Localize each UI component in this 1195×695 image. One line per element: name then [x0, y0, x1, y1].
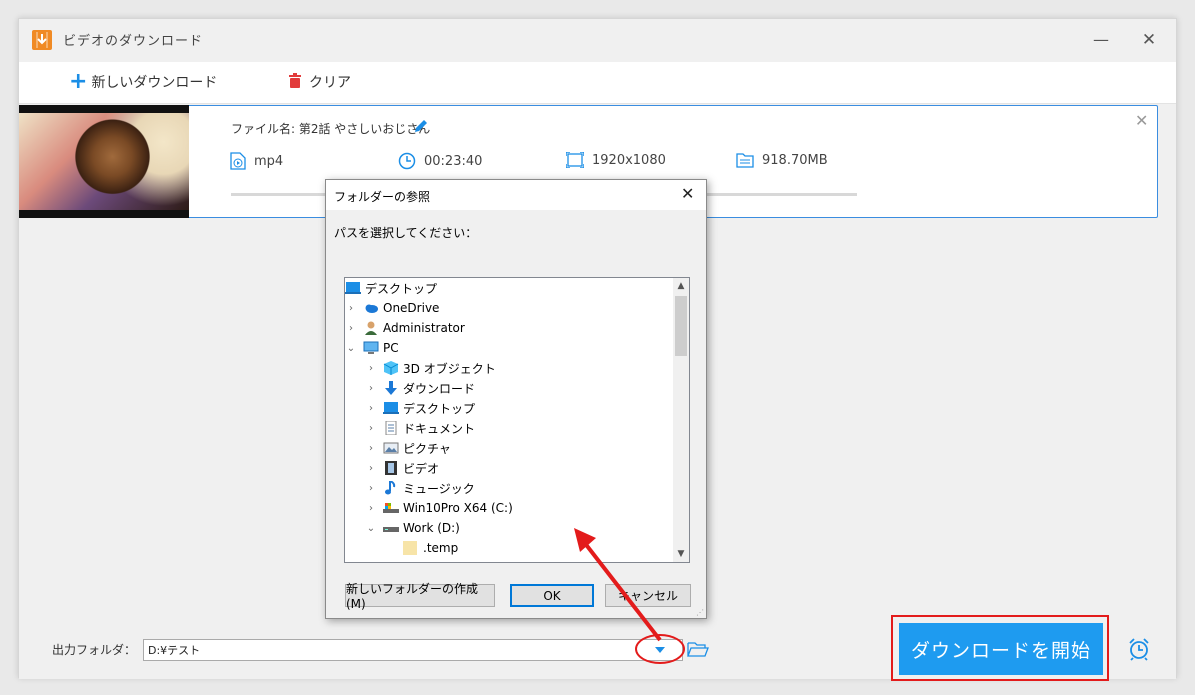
- cloud-icon: [363, 301, 379, 315]
- tree-item-documents[interactable]: › ドキュメント: [365, 418, 689, 438]
- tree-item-3d-objects[interactable]: › 3D オブジェクト: [365, 358, 689, 378]
- pc-icon: [363, 341, 379, 355]
- window-title: ビデオのダウンロード: [63, 34, 204, 49]
- tree-item-pc[interactable]: ⌄ PC: [345, 338, 673, 358]
- toolbar: + 新しいダウンロード クリア: [19, 62, 1176, 104]
- close-window-button[interactable]: ✕: [1136, 27, 1162, 53]
- title-bar: ビデオのダウンロード — ✕: [19, 19, 1176, 61]
- size-info: 918.70MB: [736, 152, 828, 168]
- pencil-edit-icon[interactable]: [413, 118, 429, 137]
- resolution-info: 1920x1080: [566, 152, 666, 168]
- desktop-icon: [345, 281, 361, 295]
- chevron-right-icon[interactable]: ›: [365, 443, 377, 454]
- music-note-icon: [383, 480, 399, 495]
- picture-icon: [383, 441, 399, 455]
- chevron-right-icon[interactable]: ›: [365, 403, 377, 414]
- tree-item-label: OneDrive: [383, 301, 440, 315]
- tree-item-label: Administrator: [383, 321, 465, 335]
- chevron-right-icon[interactable]: ›: [345, 303, 357, 314]
- new-folder-button[interactable]: 新しいフォルダーの作成(M): [345, 582, 495, 611]
- format-info: mp4: [230, 152, 283, 170]
- chevron-right-icon[interactable]: ›: [365, 483, 377, 494]
- start-download-button[interactable]: ダウンロードを開始: [899, 623, 1103, 675]
- tree-item-administrator[interactable]: › Administrator: [345, 318, 673, 338]
- tree-item-label: ダウンロード: [403, 381, 476, 396]
- download-arrow-icon: [383, 381, 399, 395]
- dialog-close-icon[interactable]: ✕: [681, 184, 694, 203]
- alarm-clock-icon[interactable]: [1127, 637, 1151, 664]
- tree-item-desktop-root[interactable]: デスクトップ: [345, 278, 673, 298]
- system-drive-icon: [383, 501, 399, 515]
- tree-item-label: デスクトップ: [365, 281, 438, 296]
- tree-item-label: 3D オブジェクト: [403, 361, 496, 376]
- chevron-right-icon[interactable]: ›: [345, 323, 357, 334]
- chevron-right-icon[interactable]: ›: [365, 503, 377, 514]
- tree-item-label: .temp: [423, 541, 459, 555]
- scrollbar-thumb[interactable]: [675, 296, 687, 356]
- red-annotation-arrow: [574, 528, 662, 642]
- tree-item-label: ビデオ: [403, 461, 440, 476]
- tree-item-onedrive[interactable]: › OneDrive: [345, 298, 673, 318]
- trash-icon: [289, 72, 301, 92]
- file-size-icon: [736, 153, 754, 168]
- resize-grip-icon[interactable]: ⋰: [696, 608, 704, 617]
- clear-button[interactable]: クリア: [289, 71, 351, 93]
- chevron-right-icon[interactable]: ›: [365, 383, 377, 394]
- dialog-prompt: パスを選択してください：: [334, 226, 478, 240]
- chevron-right-icon[interactable]: ›: [365, 463, 377, 474]
- tree-item-label: ドキュメント: [403, 421, 476, 436]
- tree-item-downloads[interactable]: › ダウンロード: [365, 378, 689, 398]
- remove-item-icon[interactable]: ✕: [1135, 111, 1148, 130]
- document-icon: [383, 420, 399, 436]
- cube-icon: [383, 361, 399, 375]
- clear-label: クリア: [309, 75, 351, 91]
- user-icon: [363, 321, 379, 335]
- output-folder-label: 出力フォルダ：: [52, 643, 137, 657]
- folder-icon: [403, 541, 419, 555]
- tree-item-label: PC: [383, 341, 399, 355]
- tree-item-videos[interactable]: › ビデオ: [365, 458, 689, 478]
- new-download-label: 新しいダウンロード: [91, 75, 218, 91]
- tree-item-desktop[interactable]: › デスクトップ: [365, 398, 689, 418]
- tree-item-drive-c[interactable]: › Win10Pro X64 (C:): [365, 498, 689, 518]
- chevron-right-icon[interactable]: ›: [365, 363, 377, 374]
- plus-icon: +: [69, 69, 88, 94]
- tree-item-label: Work (D:): [403, 521, 460, 535]
- resolution-value: 1920x1080: [592, 152, 666, 168]
- desktop-icon: [383, 401, 399, 415]
- scroll-up-icon[interactable]: ▲: [673, 278, 689, 294]
- open-folder-icon[interactable]: [687, 641, 709, 660]
- file-name: ファイル名: 第2話 やさしいおじさん: [231, 122, 431, 136]
- resolution-icon: [566, 152, 584, 168]
- tree-item-label: ピクチャ: [403, 441, 451, 456]
- format-value: mp4: [254, 153, 284, 169]
- clock-icon: [398, 152, 416, 170]
- video-file-icon: [230, 152, 246, 170]
- tree-item-label: デスクトップ: [403, 401, 476, 416]
- start-button-highlight: ダウンロードを開始: [891, 615, 1109, 681]
- chevron-down-icon[interactable]: ⌄: [345, 343, 357, 354]
- video-thumbnail: [19, 105, 189, 218]
- drive-icon: [383, 521, 399, 535]
- tree-item-music[interactable]: › ミュージック: [365, 478, 689, 498]
- tree-item-pictures[interactable]: › ピクチャ: [365, 438, 689, 458]
- tree-item-label: Win10Pro X64 (C:): [403, 501, 513, 515]
- duration-info: 00:23:40: [398, 152, 482, 170]
- film-icon: [383, 461, 399, 475]
- tree-item-label: ミュージック: [403, 481, 475, 496]
- duration-value: 00:23:40: [424, 153, 483, 169]
- new-download-button[interactable]: + 新しいダウンロード: [69, 71, 217, 93]
- dialog-title: フォルダーの参照: [334, 190, 431, 204]
- minimize-button[interactable]: —: [1088, 27, 1114, 53]
- size-value: 918.70MB: [762, 152, 828, 168]
- chevron-down-icon[interactable]: ⌄: [365, 523, 377, 534]
- chevron-right-icon[interactable]: ›: [365, 423, 377, 434]
- app-logo-icon: [32, 30, 52, 50]
